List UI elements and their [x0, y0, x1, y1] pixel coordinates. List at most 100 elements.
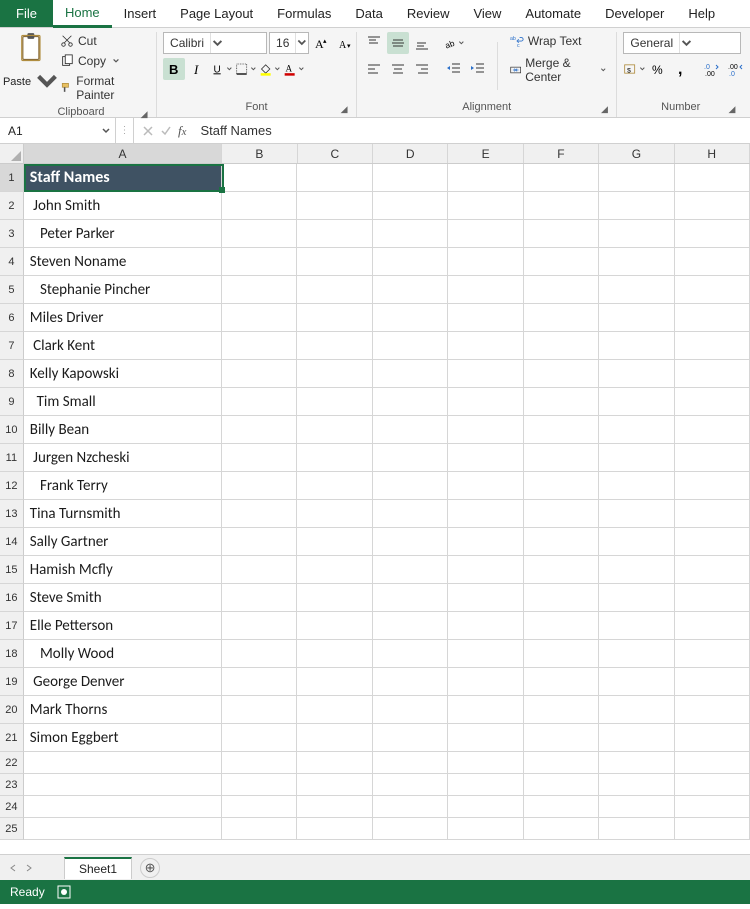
tab-insert[interactable]: Insert — [112, 0, 169, 27]
cell[interactable] — [222, 696, 297, 724]
cell[interactable] — [599, 612, 674, 640]
cut-button[interactable]: Cut — [56, 32, 150, 50]
col-header-H[interactable]: H — [675, 144, 750, 163]
cell[interactable] — [448, 584, 523, 612]
cell[interactable] — [524, 584, 599, 612]
cell[interactable] — [297, 818, 372, 840]
cell[interactable] — [448, 528, 523, 556]
cell[interactable] — [675, 444, 750, 472]
decrease-font-button[interactable]: A▾ — [335, 32, 357, 54]
orientation-button[interactable]: ab — [443, 32, 465, 54]
cell[interactable] — [297, 360, 372, 388]
sheet-tab[interactable]: Sheet1 — [64, 857, 132, 879]
cell[interactable] — [222, 276, 297, 304]
tab-page-layout[interactable]: Page Layout — [168, 0, 265, 27]
cell[interactable] — [222, 612, 297, 640]
cell[interactable] — [448, 612, 523, 640]
cell[interactable] — [524, 276, 599, 304]
cell[interactable] — [599, 640, 674, 668]
cell[interactable] — [222, 220, 297, 248]
cell[interactable] — [675, 416, 750, 444]
col-header-B[interactable]: B — [222, 144, 297, 163]
cell[interactable] — [524, 220, 599, 248]
wrap-text-button[interactable]: abc Wrap Text — [506, 32, 611, 50]
name-box[interactable]: A1 — [0, 118, 116, 143]
font-size-combo[interactable]: 16 — [269, 32, 309, 54]
formula-input[interactable] — [194, 123, 750, 138]
cancel-icon[interactable] — [142, 125, 154, 137]
cell-A2[interactable]: John Smith — [24, 192, 222, 220]
row-header[interactable]: 23 — [0, 774, 24, 796]
cell-A10[interactable]: Billy Bean — [24, 416, 222, 444]
cell[interactable] — [675, 640, 750, 668]
cell[interactable] — [373, 556, 448, 584]
cell[interactable] — [373, 500, 448, 528]
row-header[interactable]: 3 — [0, 220, 24, 248]
cell-A24[interactable] — [24, 796, 222, 818]
cell-A16[interactable]: Steve Smith — [24, 584, 222, 612]
cell[interactable] — [675, 696, 750, 724]
sheet-next-button[interactable] — [22, 861, 36, 875]
row-header[interactable]: 12 — [0, 472, 24, 500]
row-header[interactable]: 25 — [0, 818, 24, 840]
row-header[interactable]: 21 — [0, 724, 24, 752]
col-header-E[interactable]: E — [448, 144, 523, 163]
cell[interactable] — [599, 360, 674, 388]
cell[interactable] — [675, 164, 750, 192]
cell[interactable] — [524, 724, 599, 752]
cell[interactable] — [448, 796, 523, 818]
borders-button[interactable] — [235, 58, 257, 80]
cell[interactable] — [675, 332, 750, 360]
cell[interactable] — [599, 500, 674, 528]
cell-A8[interactable]: Kelly Kapowski — [24, 360, 222, 388]
cell[interactable] — [373, 818, 448, 840]
cell-A22[interactable] — [24, 752, 222, 774]
tab-review[interactable]: Review — [395, 0, 462, 27]
cell[interactable] — [297, 388, 372, 416]
cell[interactable] — [448, 304, 523, 332]
cell[interactable] — [222, 304, 297, 332]
cell[interactable] — [222, 248, 297, 276]
cell[interactable] — [675, 220, 750, 248]
cell[interactable] — [222, 164, 297, 192]
cell[interactable] — [675, 360, 750, 388]
align-left-button[interactable] — [363, 58, 385, 80]
cell[interactable] — [675, 500, 750, 528]
row-header[interactable]: 19 — [0, 668, 24, 696]
cell[interactable] — [297, 332, 372, 360]
cell[interactable] — [373, 416, 448, 444]
cell[interactable] — [297, 248, 372, 276]
cell[interactable] — [675, 192, 750, 220]
cell[interactable] — [222, 774, 297, 796]
cell[interactable] — [675, 752, 750, 774]
row-header[interactable]: 7 — [0, 332, 24, 360]
tab-help[interactable]: Help — [676, 0, 727, 27]
cell-A3[interactable]: Peter Parker — [24, 220, 222, 248]
cell[interactable] — [599, 304, 674, 332]
cell[interactable] — [297, 304, 372, 332]
cell[interactable] — [222, 444, 297, 472]
row-header[interactable]: 1 — [0, 164, 24, 192]
cell[interactable] — [373, 668, 448, 696]
cell[interactable] — [675, 584, 750, 612]
row-header[interactable]: 6 — [0, 304, 24, 332]
cell[interactable] — [297, 416, 372, 444]
cell[interactable] — [373, 774, 448, 796]
cell[interactable] — [297, 220, 372, 248]
cell[interactable] — [373, 164, 448, 192]
cell-A13[interactable]: Tina Turnsmith — [24, 500, 222, 528]
row-header[interactable]: 10 — [0, 416, 24, 444]
cell-A18[interactable]: Molly Wood — [24, 640, 222, 668]
cell[interactable] — [599, 248, 674, 276]
cell[interactable] — [448, 276, 523, 304]
cell[interactable] — [524, 818, 599, 840]
cell-A4[interactable]: Steven Noname — [24, 248, 222, 276]
cell[interactable] — [599, 444, 674, 472]
cell-A7[interactable]: Clark Kent — [24, 332, 222, 360]
cell[interactable] — [448, 416, 523, 444]
cell[interactable] — [675, 818, 750, 840]
increase-decimal-button[interactable]: .0.00 — [701, 58, 723, 80]
cell[interactable] — [599, 818, 674, 840]
tab-developer[interactable]: Developer — [593, 0, 676, 27]
cell[interactable] — [222, 500, 297, 528]
